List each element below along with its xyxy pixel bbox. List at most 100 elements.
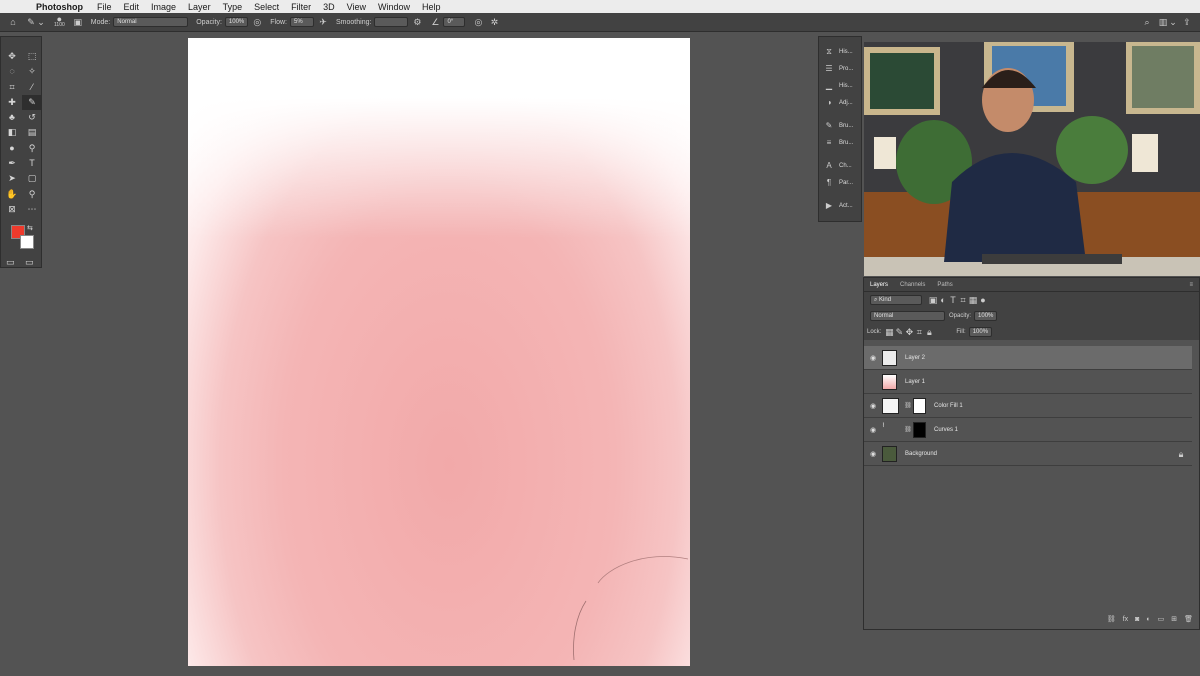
brush-settings-icon[interactable]: ▣ [73, 17, 83, 27]
crop-tool-icon[interactable]: ⌗ [2, 80, 22, 95]
gradient-tool-icon[interactable]: ▤ [22, 125, 42, 140]
menu-select[interactable]: Select [248, 2, 285, 12]
eye-icon[interactable]: ◉ [864, 402, 882, 410]
dodge-tool-icon[interactable]: ⚲ [22, 141, 42, 156]
app-menu[interactable]: Photoshop [30, 2, 91, 12]
menu-image[interactable]: Image [145, 2, 182, 12]
lock-image-icon[interactable]: ✎ [894, 327, 904, 337]
layer-row[interactable]: Layer 1 [864, 370, 1192, 394]
adjustments-panel-button[interactable]: ◑ Adj... [819, 94, 861, 111]
workspace-icon[interactable]: ▥ [1158, 17, 1168, 27]
new-adjustment-icon[interactable]: ◐ [1146, 616, 1150, 623]
quick-mask-icon[interactable]: ▭ [6, 255, 15, 270]
eye-icon[interactable]: ◉ [864, 354, 882, 362]
eye-icon[interactable]: ◉ [864, 426, 882, 434]
menu-type[interactable]: Type [217, 2, 249, 12]
gear-icon[interactable]: ⚙ [412, 17, 422, 27]
lock-artboard-icon[interactable]: ⌗ [914, 327, 924, 337]
tab-paths[interactable]: Paths [931, 282, 958, 288]
swap-colors-icon[interactable]: ⇆ [27, 221, 33, 236]
fill-field[interactable]: 100% [968, 327, 993, 337]
menu-window[interactable]: Window [372, 2, 416, 12]
blend-mode-select[interactable]: Normal [870, 311, 945, 321]
healing-brush-tool-icon[interactable]: ✚ [2, 95, 22, 110]
layer-row[interactable]: ◉ Background 🔒︎ [864, 442, 1192, 466]
menu-3d[interactable]: 3D [317, 2, 341, 12]
histogram-panel-button[interactable]: ▁ His... [819, 77, 861, 94]
link-icon[interactable]: ⛓ [903, 425, 913, 435]
brush-settings-panel-button[interactable]: ≡ Bru... [819, 134, 861, 151]
chevron-down-icon[interactable]: ⌄ [1168, 17, 1178, 27]
airbrush-icon[interactable]: ✈ [318, 17, 328, 27]
more-tools-icon[interactable]: ⋯ [22, 202, 42, 217]
menu-file[interactable]: File [91, 2, 118, 12]
blur-tool-icon[interactable]: ● [2, 141, 22, 156]
quick-select-tool-icon[interactable]: ✧ [22, 64, 42, 79]
paragraph-panel-button[interactable]: ¶ Par... [819, 174, 861, 191]
history-brush-tool-icon[interactable]: ↺ [22, 110, 42, 125]
panel-menu-icon[interactable]: ≡ [1183, 282, 1199, 288]
tab-layers[interactable]: Layers [864, 282, 894, 288]
menu-layer[interactable]: Layer [182, 2, 217, 12]
pressure-opacity-icon[interactable]: ◎ [252, 17, 262, 27]
link-icon[interactable]: ⛓ [903, 401, 913, 411]
lock-position-icon[interactable]: ✥ [904, 327, 914, 337]
brush-tool-icon[interactable]: ✎ [26, 17, 36, 27]
path-select-tool-icon[interactable]: ➤ [2, 171, 22, 186]
eye-icon[interactable]: ◉ [864, 450, 882, 458]
frame-tool-icon[interactable]: ⊠ [2, 202, 22, 217]
zoom-tool-icon[interactable]: ⚲ [22, 187, 42, 202]
filter-pixel-icon[interactable]: ▣ [928, 295, 938, 305]
lock-transparent-icon[interactable]: ▦ [884, 327, 894, 337]
layer-row[interactable]: ◉ ⌇ ⛓ Curves 1 [864, 418, 1192, 442]
new-group-icon[interactable]: ▭ [1158, 615, 1165, 623]
lasso-tool-icon[interactable]: ◌ [2, 64, 22, 79]
new-layer-icon[interactable]: ⊞ [1171, 615, 1177, 623]
filter-smart-object-icon[interactable]: ▦ [968, 295, 978, 305]
document-canvas[interactable] [188, 38, 690, 666]
menu-help[interactable]: Help [416, 2, 447, 12]
history-panel-button[interactable]: ⧖ His... [819, 43, 861, 60]
filter-adjustment-icon[interactable]: ◐ [938, 295, 948, 305]
eyedropper-tool-icon[interactable]: ⁄ [22, 80, 42, 95]
flow-field[interactable]: 5% [290, 17, 315, 27]
chevron-down-icon[interactable]: ⌄ [36, 17, 46, 27]
mode-select[interactable]: Normal [113, 17, 189, 27]
symmetry-icon[interactable]: ✲ [489, 17, 499, 27]
menu-filter[interactable]: Filter [285, 2, 317, 12]
trash-icon[interactable]: 🗑︎ [1184, 615, 1193, 623]
filter-shape-icon[interactable]: ⌗ [958, 295, 968, 305]
smoothing-field[interactable] [374, 17, 409, 27]
add-mask-icon[interactable]: ◙ [1135, 616, 1139, 623]
properties-panel-button[interactable]: ☰ Pro... [819, 60, 861, 77]
brushes-panel-button[interactable]: ✎ Bru... [819, 117, 861, 134]
character-panel-button[interactable]: A Ch... [819, 157, 861, 174]
brush-preset-picker[interactable]: ● 1100 [54, 15, 65, 29]
move-tool-icon[interactable]: ✥ [2, 49, 22, 64]
filter-type-icon[interactable]: T [948, 295, 958, 305]
opacity-field[interactable]: 100% [224, 17, 249, 27]
menu-edit[interactable]: Edit [118, 2, 146, 12]
background-color-swatch[interactable] [20, 235, 34, 249]
brush-tool-icon[interactable]: ✎ [22, 94, 42, 111]
search-icon[interactable]: ⌕ [1142, 17, 1152, 27]
menu-view[interactable]: View [341, 2, 372, 12]
layer-opacity-field[interactable]: 100% [974, 311, 998, 321]
clone-stamp-tool-icon[interactable]: ♣ [2, 110, 22, 125]
actions-panel-button[interactable]: ▶ Act... [819, 197, 861, 214]
screen-mode-icon[interactable]: ▭ [25, 255, 34, 270]
layer-filter-select[interactable]: ⌕ Kind [870, 295, 922, 305]
fx-icon[interactable]: fx [1123, 616, 1128, 623]
layer-row[interactable]: ◉ Layer 2 [864, 346, 1192, 370]
link-layers-icon[interactable]: ⛓ [1107, 615, 1116, 623]
tab-channels[interactable]: Channels [894, 282, 931, 288]
eraser-tool-icon[interactable]: ◧ [2, 125, 22, 140]
pen-tool-icon[interactable]: ✒ [2, 156, 22, 171]
home-icon[interactable]: ⌂ [8, 17, 18, 27]
layer-row[interactable]: ◉ ⛓ Color Fill 1 [864, 394, 1192, 418]
filter-toggle-icon[interactable]: ● [978, 295, 988, 305]
lock-all-icon[interactable]: 🔒︎ [924, 327, 934, 337]
pressure-size-icon[interactable]: ◎ [473, 17, 483, 27]
type-tool-icon[interactable]: T [22, 156, 42, 171]
marquee-tool-icon[interactable]: ⬚ [22, 49, 42, 64]
